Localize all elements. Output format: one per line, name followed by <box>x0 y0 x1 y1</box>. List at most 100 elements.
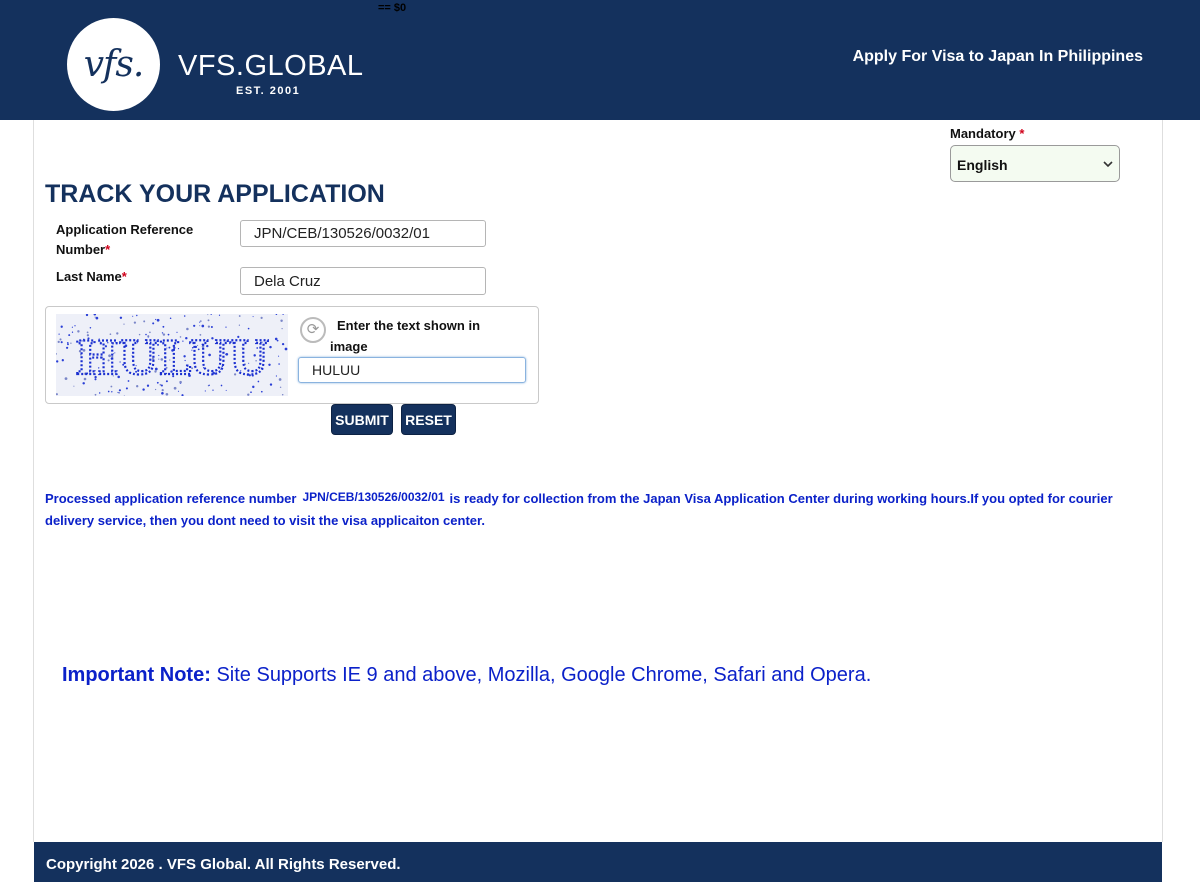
last-name-label: Last Name* <box>56 267 127 287</box>
captcha-noise-dot <box>132 315 134 317</box>
site-footer: Copyright 2026 . VFS Global. All Rights … <box>34 842 1162 882</box>
captcha-noise-dot <box>201 324 205 328</box>
captcha-noise-dot <box>136 314 138 317</box>
chevron-down-icon <box>1102 154 1114 177</box>
captcha-noise-dot <box>269 383 273 386</box>
captcha-noise-dot <box>225 326 227 328</box>
captcha-noise-dot <box>204 390 206 392</box>
captcha-noise-dot <box>199 321 201 323</box>
captcha-noise-dot <box>94 393 97 396</box>
captcha-value: HULUU <box>312 362 361 378</box>
captcha-noise-dot <box>74 325 76 327</box>
captcha-noise-dot <box>177 390 180 392</box>
mandatory-label: Mandatory * <box>950 126 1024 141</box>
important-note: Important Note: Site Supports IE 9 and a… <box>62 664 871 687</box>
ref-number-label: Application Reference Number* <box>56 220 226 260</box>
captcha-noise-dot <box>118 391 120 394</box>
vfs-logo[interactable]: vfs. <box>67 18 160 111</box>
captcha-noise-dot <box>60 341 63 344</box>
mandatory-text: Mandatory <box>950 126 1016 141</box>
captcha-noise-dot <box>152 322 155 325</box>
refresh-captcha-icon[interactable]: ⟳ <box>300 317 326 343</box>
captcha-noise-dot <box>71 331 74 333</box>
captcha-noise-dot <box>133 321 137 324</box>
captcha-noise-dot <box>186 327 189 331</box>
captcha-noise-dot <box>57 340 60 344</box>
captcha-noise-dot <box>169 317 172 320</box>
captcha-noise-dot <box>71 326 73 328</box>
captcha-noise-dot <box>58 333 60 335</box>
captcha-noise-dot <box>68 334 71 337</box>
captcha-noise-dot <box>173 386 177 390</box>
captcha-noise-dot <box>70 342 72 344</box>
captcha-noise-dot <box>161 389 164 392</box>
captcha-noise-dot <box>218 314 221 316</box>
captcha-input[interactable]: HULUU <box>298 357 526 383</box>
captcha-noise-dot <box>275 375 277 377</box>
captcha-noise-dot <box>156 318 160 322</box>
captcha-noise-dot <box>161 392 164 395</box>
captcha-noise-dot <box>274 337 278 341</box>
captcha-noise-dot <box>56 360 59 363</box>
captcha-noise-dot <box>278 378 282 381</box>
captcha-noise-dot <box>56 393 58 396</box>
captcha-noise-dot <box>238 315 241 317</box>
required-marker: * <box>1019 126 1025 141</box>
reset-button[interactable]: RESET <box>401 404 456 435</box>
last-name-label-text: Last Name <box>56 269 122 284</box>
captcha-noise-dot <box>282 314 284 315</box>
captcha-label: Enter the text shown in image <box>330 318 481 354</box>
captcha-noise-dot <box>250 391 252 394</box>
captcha-noise-dot <box>154 388 157 391</box>
captcha-noise-dot <box>199 320 202 322</box>
captcha-noise-dot <box>66 341 69 344</box>
note-label: Important Note: <box>62 664 211 686</box>
captcha-noise-dot <box>136 385 139 388</box>
captcha-noise-dot <box>252 316 254 318</box>
captcha-noise-dot <box>210 314 212 315</box>
ref-number-input[interactable]: JPN/CEB/130526/0032/01 <box>240 220 486 247</box>
captcha-noise-dot <box>98 392 101 394</box>
captcha-image-text: HULUU <box>75 331 269 385</box>
captcha-noise-dot <box>281 393 284 396</box>
note-text: Site Supports IE 9 and above, Mozilla, G… <box>216 664 872 686</box>
captcha-noise-dot <box>281 327 283 330</box>
captcha-noise-dot <box>207 325 211 328</box>
captcha-noise-dot <box>275 314 278 315</box>
captcha-noise-dot <box>85 314 89 317</box>
required-marker: * <box>105 242 111 257</box>
captcha-noise-dot <box>281 342 285 346</box>
captcha-noise-dot <box>95 316 99 320</box>
language-select[interactable]: English <box>950 145 1120 182</box>
captcha-image: HULUU <box>56 314 288 396</box>
ref-number-value: JPN/CEB/130526/0032/01 <box>254 225 430 242</box>
captcha-noise-dot <box>142 388 145 391</box>
captcha-noise-dot <box>276 339 279 342</box>
captcha-noise-dot <box>278 363 280 365</box>
captcha-noise-dot <box>269 345 272 349</box>
captcha-noise-dot <box>119 316 123 319</box>
captcha-noise-dot <box>252 385 255 389</box>
captcha-noise-dot <box>247 393 250 396</box>
apply-visa-heading: Apply For Visa to Japan In Philippines <box>852 48 1143 65</box>
captcha-noise-dot <box>61 359 64 362</box>
captcha-noise-dot <box>111 391 113 393</box>
captcha-noise-dot <box>260 390 263 393</box>
brand-name: VFS.GLOBAL <box>178 50 364 82</box>
captcha-noise-dot <box>278 355 280 357</box>
captcha-noise-dot <box>279 386 282 389</box>
devtools-debug-text: == $0 <box>378 2 407 14</box>
captcha-noise-dot <box>93 314 97 316</box>
captcha-noise-dot <box>123 323 125 325</box>
captcha-noise-dot <box>56 352 57 355</box>
captcha-noise-dot <box>210 326 213 328</box>
submit-button[interactable]: SUBMIT <box>331 404 393 435</box>
last-name-value: Dela Cruz <box>254 272 321 290</box>
captcha-noise-dot <box>193 324 196 327</box>
captcha-noise-dot <box>207 314 209 316</box>
captcha-noise-dot <box>260 316 263 319</box>
result-reference: JPN/CEB/130526/0032/01 <box>302 490 445 504</box>
last-name-input[interactable]: Dela Cruz <box>240 267 486 295</box>
brand-established: EST. 2001 <box>236 85 301 97</box>
site-header: == $0 vfs. VFS.GLOBAL EST. 2001 Apply Fo… <box>0 0 1200 120</box>
